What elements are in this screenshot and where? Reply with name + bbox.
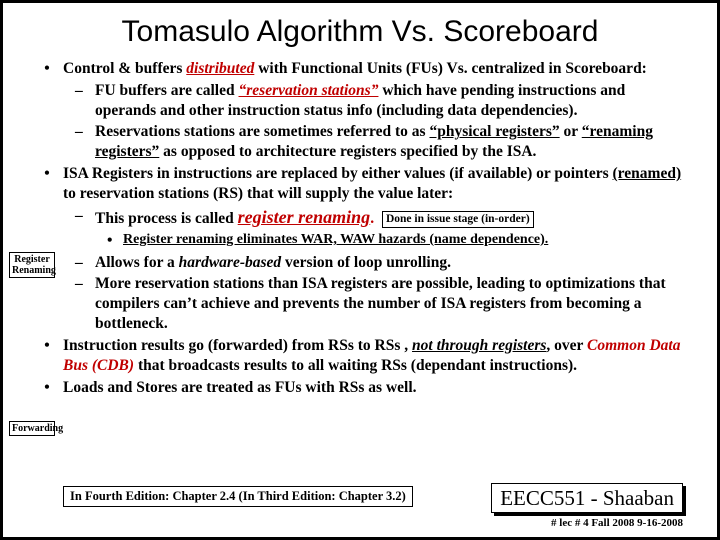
bullet-text: Allows for a hardware-based version of l… <box>95 253 689 273</box>
issue-note: Done in issue stage (in-order) <box>382 211 534 228</box>
dash: – <box>75 274 95 333</box>
slide-title: Tomasulo Algorithm Vs. Scoreboard <box>31 15 689 49</box>
tag-register-renaming: RegisterRenaming <box>9 252 55 278</box>
slide: Tomasulo Algorithm Vs. Scoreboard • Cont… <box>0 0 720 540</box>
bullet-dot: • <box>31 378 63 398</box>
bullet-1-1: – FU buffers are called “reservation sta… <box>75 81 689 121</box>
bullet-text: More reservation stations than ISA regis… <box>95 274 689 333</box>
bullet-2-1-1: • Register renaming eliminates WAR, WAW … <box>107 231 689 251</box>
dash: – <box>75 253 95 273</box>
bullet-dot: • <box>107 231 123 251</box>
bullet-2-1: – This process is called register renami… <box>75 206 689 229</box>
dash: – <box>75 206 95 229</box>
bullet-dot: • <box>31 59 63 79</box>
dash: – <box>75 122 95 162</box>
bullet-text: This process is called register renaming… <box>95 206 689 229</box>
course-badge: EECC551 - Shaaban <box>491 483 683 513</box>
bullet-2: • ISA Registers in instructions are repl… <box>31 164 689 204</box>
bullet-4: • Loads and Stores are treated as FUs wi… <box>31 378 689 398</box>
bullet-text: Reservations stations are sometimes refe… <box>95 122 689 162</box>
bullet-3: • Instruction results go (forwarded) fro… <box>31 336 689 376</box>
dash: – <box>75 81 95 121</box>
bullet-text: Loads and Stores are treated as FUs with… <box>63 378 689 398</box>
bullet-dot: • <box>31 336 63 376</box>
content-body: • Control & buffers distributed with Fun… <box>31 59 689 397</box>
bullet-text: Control & buffers distributed with Funct… <box>63 59 689 79</box>
lecture-info: # lec # 4 Fall 2008 9-16-2008 <box>551 517 683 529</box>
tag-forwarding: Forwarding <box>9 421 55 436</box>
bullet-2-3: – More reservation stations than ISA reg… <box>75 274 689 333</box>
bullet-dot: • <box>31 164 63 204</box>
bullet-text: Register renaming eliminates WAR, WAW ha… <box>123 231 689 251</box>
bullet-text: Instruction results go (forwarded) from … <box>63 336 689 376</box>
bullet-text: ISA Registers in instructions are replac… <box>63 164 689 204</box>
bullet-text: FU buffers are called “reservation stati… <box>95 81 689 121</box>
bullet-1: • Control & buffers distributed with Fun… <box>31 59 689 79</box>
bullet-1-2: – Reservations stations are sometimes re… <box>75 122 689 162</box>
edition-reference: In Fourth Edition: Chapter 2.4 (In Third… <box>63 486 413 507</box>
bullet-2-2: – Allows for a hardware-based version of… <box>75 253 689 273</box>
